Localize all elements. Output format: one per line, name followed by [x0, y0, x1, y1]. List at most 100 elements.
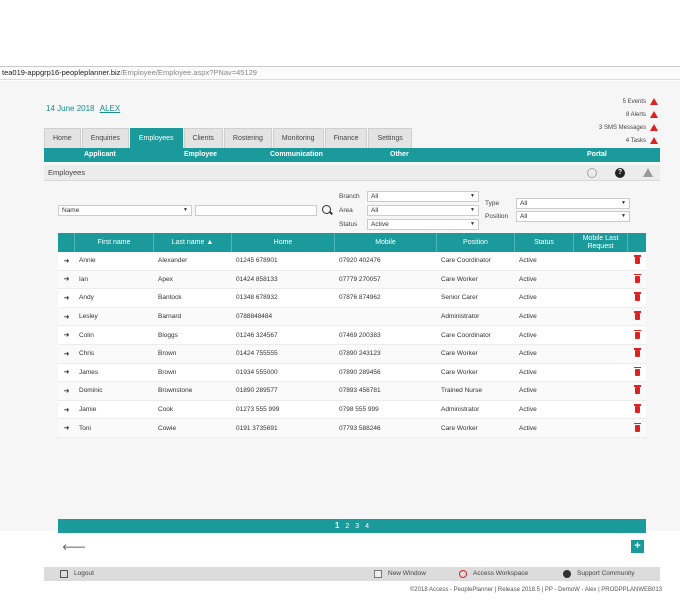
cell-last-name: Apex: [158, 275, 173, 283]
open-row-arrow-icon[interactable]: ➜: [58, 275, 75, 283]
chevron-down-icon: ▼: [621, 213, 626, 219]
cell-last-name: Brownstone: [158, 387, 193, 395]
refresh-icon[interactable]: [587, 168, 597, 178]
alert-label: 4 Tasks: [625, 137, 646, 144]
tab-home[interactable]: Home: [44, 128, 81, 148]
table-row[interactable]: ➜ Dominic Brownstone 01890 289577 07893 4567…: [58, 382, 646, 401]
add-employee-button[interactable]: +: [631, 540, 644, 553]
subnav-other[interactable]: Other: [390, 148, 409, 162]
status-select[interactable]: Active ▼: [367, 219, 479, 230]
alert-tasks[interactable]: 4 Tasks: [548, 134, 658, 147]
tab-monitoring[interactable]: Monitoring: [272, 128, 324, 148]
trash-icon: [633, 329, 641, 339]
cell-first-name: Annie: [79, 257, 96, 265]
subnav-communication[interactable]: Communication: [270, 148, 323, 162]
tab-enquiries[interactable]: Enquiries: [81, 128, 129, 148]
user-link[interactable]: ALEX: [100, 104, 120, 113]
cell-status: Active: [519, 368, 537, 376]
open-row-arrow-icon[interactable]: ➜: [58, 406, 75, 414]
delete-button[interactable]: [628, 273, 646, 283]
open-row-arrow-icon[interactable]: ➜: [58, 257, 75, 265]
alert-alerts[interactable]: 8 Alerts: [548, 108, 658, 121]
table-row[interactable]: ➜ James Brown 01934 555000 07890 289456 Care …: [58, 363, 646, 383]
open-row-arrow-icon[interactable]: ➜: [58, 424, 75, 432]
branch-select[interactable]: All ▼: [367, 191, 479, 202]
search-input[interactable]: [195, 205, 317, 216]
support-community-button[interactable]: Support Community: [563, 567, 634, 581]
delete-button[interactable]: [628, 292, 646, 302]
cell-first-name: Jamie: [79, 406, 97, 414]
support-community-label: Support Community: [577, 570, 635, 577]
delete-button[interactable]: [628, 329, 646, 339]
header-last-name[interactable]: Last name ▲: [154, 233, 232, 252]
header-first-name[interactable]: First name: [75, 233, 154, 252]
search-icon[interactable]: [322, 205, 331, 214]
help-icon[interactable]: ?: [615, 168, 625, 178]
delete-button[interactable]: [628, 422, 646, 432]
subnav-employee[interactable]: Employee: [184, 148, 217, 162]
type-select[interactable]: All ▼: [516, 198, 630, 209]
access-workspace-button[interactable]: Access Workspace: [459, 567, 528, 581]
table-row[interactable]: ➜ Annie Alexander 01245 678901 07920 402476 C…: [58, 252, 646, 271]
page-link[interactable]: 3: [355, 523, 359, 530]
cell-mobile: 07890 289456: [339, 368, 381, 376]
table-row[interactable]: ➜ Toni Cowie 0191 3735691 07793 588246 Care W…: [58, 419, 646, 438]
header-spacer: [58, 233, 75, 252]
tab-finance[interactable]: Finance: [324, 128, 368, 148]
cell-status: Active: [519, 424, 537, 432]
table-row[interactable]: ➜ Andy Bantock 01348 678932 07876 874962 Seni…: [58, 289, 646, 308]
subnav-portal[interactable]: Portal: [587, 148, 607, 162]
delete-button[interactable]: [628, 255, 646, 265]
tab-clients[interactable]: Clients: [183, 128, 223, 148]
cell-position: Care Worker: [441, 275, 478, 283]
position-select[interactable]: All ▼: [516, 211, 630, 222]
delete-button[interactable]: [628, 404, 646, 414]
open-row-arrow-icon[interactable]: ➜: [58, 387, 75, 395]
new-window-button[interactable]: New Window: [374, 567, 426, 581]
header-status[interactable]: Status: [515, 233, 574, 252]
cell-mobile: 07793 588246: [339, 424, 381, 432]
delete-button[interactable]: [628, 311, 646, 321]
header-mobile-last-request[interactable]: Mobile Last Request: [574, 233, 628, 252]
table-row[interactable]: ➜ Ian Apex 01424 858133 07779 270057 Care Wor…: [58, 270, 646, 290]
warning-icon[interactable]: [643, 168, 653, 177]
tab-settings[interactable]: Settings: [368, 128, 412, 148]
header-mobile[interactable]: Mobile: [335, 233, 437, 252]
header-position[interactable]: Position: [437, 233, 515, 252]
cell-last-name: Barnard: [158, 313, 182, 321]
area-select[interactable]: All ▼: [367, 205, 479, 216]
delete-button[interactable]: [628, 366, 646, 376]
tab-employees[interactable]: Employees: [129, 128, 183, 148]
table-row[interactable]: ➜ Chris Brown 01424 755555 07890 243123 Care …: [58, 344, 646, 364]
alert-sms[interactable]: 3 SMS Messages: [548, 121, 658, 134]
area-value: All: [371, 207, 379, 214]
page-link[interactable]: 2: [345, 523, 349, 530]
alert-events[interactable]: 5 Events: [548, 95, 658, 108]
page-current[interactable]: 1: [335, 521, 339, 530]
header-home[interactable]: Home: [232, 233, 335, 252]
open-row-arrow-icon[interactable]: ➜: [58, 331, 75, 339]
tab-rostering[interactable]: Rostering: [223, 128, 272, 148]
page-link[interactable]: 4: [365, 523, 369, 530]
logout-button[interactable]: Logout: [60, 567, 94, 581]
cell-last-name: Brown: [158, 368, 177, 376]
cell-mobile: 07893 456781: [339, 387, 381, 395]
table-row[interactable]: ➜ Colin Bloggs 01246 324567 07469 200383 Care…: [58, 326, 646, 345]
table-row[interactable]: ➜ Lesley Barnard 0788848484 Administrator Act…: [58, 307, 646, 327]
back-arrow-icon[interactable]: 🡐: [62, 542, 86, 553]
open-row-arrow-icon[interactable]: ➜: [58, 368, 75, 376]
delete-button[interactable]: [628, 385, 646, 395]
cell-position: Care Coordinator: [441, 331, 491, 339]
trash-icon: [633, 385, 641, 395]
delete-button[interactable]: [628, 348, 646, 358]
name-filter-select[interactable]: Name ▼: [58, 205, 192, 216]
address-bar[interactable]: tea019-appgrp16-peopleplanner.biz/Employ…: [0, 66, 680, 80]
open-row-arrow-icon[interactable]: ➜: [58, 350, 75, 358]
chevron-down-icon: ▼: [621, 200, 626, 206]
cell-last-name: Cowie: [158, 424, 177, 432]
table-row[interactable]: ➜ Jamie Cook 01273 555 999 0798 555 999 Admin…: [58, 400, 646, 420]
open-row-arrow-icon[interactable]: ➜: [58, 313, 75, 321]
alert-label: 3 SMS Messages: [598, 124, 646, 131]
open-row-arrow-icon[interactable]: ➜: [58, 294, 75, 302]
subnav-applicant[interactable]: Applicant: [84, 148, 116, 162]
